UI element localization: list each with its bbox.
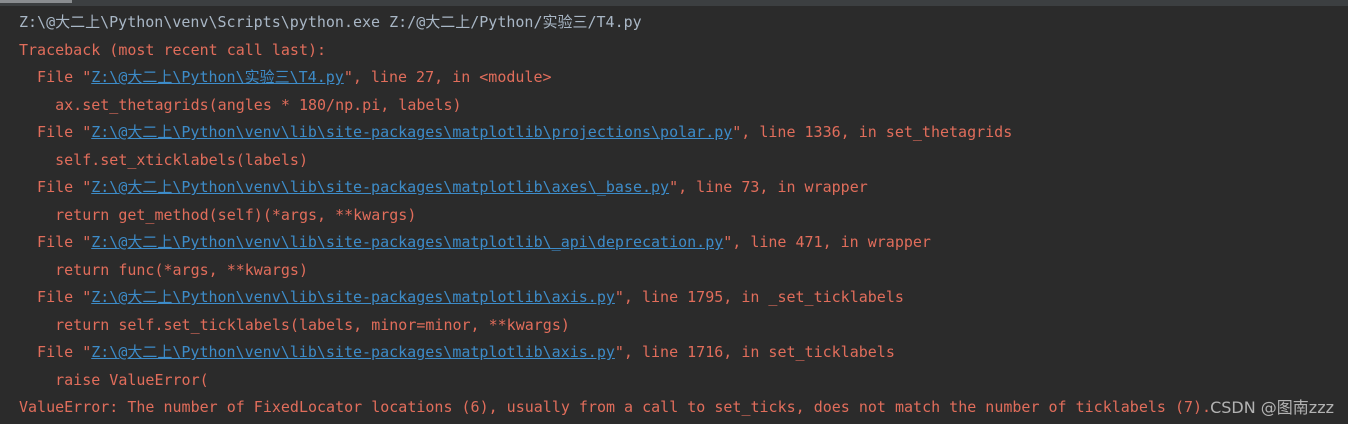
frame-code: return func(*args, **kwargs)	[55, 260, 308, 279]
editor-top-bar	[0, 0, 1348, 6]
traceback-header: Traceback (most recent call last):	[19, 40, 327, 59]
frame-location: ", line 1795, in _set_ticklabels	[614, 288, 904, 306]
active-tab-indicator	[0, 0, 72, 3]
error-message: ValueError: The number of FixedLocator l…	[19, 398, 1212, 416]
traceback-code-line: return func(*args, **kwargs)	[19, 257, 1348, 285]
frame-code: return self.set_ticklabels(labels, minor…	[55, 315, 570, 334]
traceback-code-line: raise ValueError(	[19, 367, 1348, 395]
traceback-code-line: ax.set_thetagrids(angles * 180/np.pi, la…	[19, 92, 1348, 120]
traceback-frame-line: File "Z:\@大二上\Python\venv\lib\site-packa…	[19, 288, 904, 306]
traceback-code-line: return self.set_ticklabels(labels, minor…	[19, 312, 1348, 340]
traceback-frame-line: File "Z:\@大二上\Python\实验三\T4.py", line 27…	[19, 68, 552, 86]
source-file-link[interactable]: Z:\@大二上\Python\venv\lib\site-packages\ma…	[91, 288, 615, 306]
traceback-code-line: self.set_xticklabels(labels)	[19, 147, 1348, 175]
frame-location: ", line 73, in wrapper	[669, 178, 868, 196]
frame-location: ", line 1336, in set_thetagrids	[732, 123, 1013, 141]
frame-code: ax.set_thetagrids(angles * 180/np.pi, la…	[55, 95, 462, 114]
traceback-frame-line: File "Z:\@大二上\Python\venv\lib\site-packa…	[19, 123, 1013, 141]
traceback-code-line: return get_method(self)(*args, **kwargs)	[19, 202, 1348, 230]
frame-location: ", line 27, in <module>	[343, 68, 552, 86]
traceback-frame-line: File "Z:\@大二上\Python\venv\lib\site-packa…	[19, 343, 895, 361]
run-command-line: Z:\@大二上\Python\venv\Scripts\python.exe Z…	[19, 13, 642, 31]
traceback-frame-line: File "Z:\@大二上\Python\venv\lib\site-packa…	[19, 178, 868, 196]
frame-code: raise ValueError(	[55, 370, 209, 389]
frame-location: ", line 1716, in set_ticklabels	[614, 343, 895, 361]
run-console-output: Z:\@大二上\Python\venv\Scripts\python.exe Z…	[19, 9, 1348, 422]
frame-code: self.set_xticklabels(labels)	[55, 150, 308, 169]
source-file-link[interactable]: Z:\@大二上\Python\实验三\T4.py	[91, 68, 344, 86]
source-file-link[interactable]: Z:\@大二上\Python\venv\lib\site-packages\ma…	[91, 343, 615, 361]
source-file-link[interactable]: Z:\@大二上\Python\venv\lib\site-packages\ma…	[91, 233, 723, 251]
traceback-frame-line: File "Z:\@大二上\Python\venv\lib\site-packa…	[19, 233, 931, 251]
source-file-link[interactable]: Z:\@大二上\Python\venv\lib\site-packages\ma…	[91, 178, 669, 196]
source-file-link[interactable]: Z:\@大二上\Python\venv\lib\site-packages\ma…	[91, 123, 732, 141]
frame-location: ", line 471, in wrapper	[723, 233, 931, 251]
csdn-watermark: CSDN @图南zzz	[1210, 398, 1334, 417]
frame-code: return get_method(self)(*args, **kwargs)	[55, 205, 417, 224]
